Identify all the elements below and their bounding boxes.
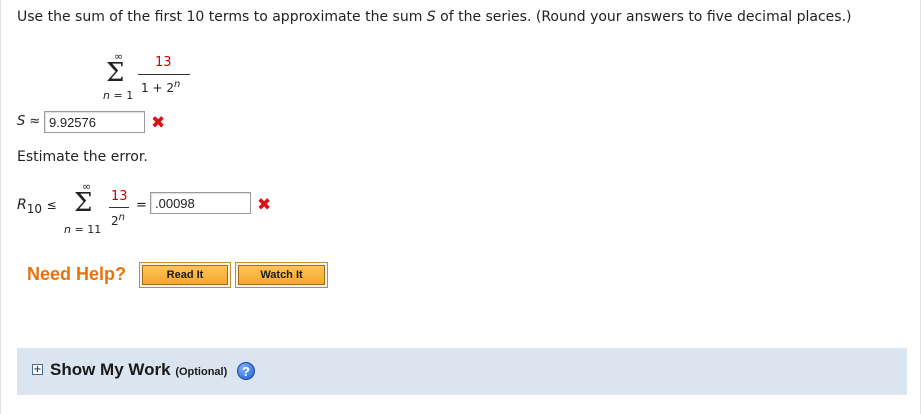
series2-equals: = (136, 198, 147, 213)
series1-lower-var: n (103, 89, 110, 102)
expand-plus-icon[interactable]: + (32, 364, 43, 375)
series2-lower-var: n (64, 223, 71, 236)
read-it-button[interactable]: Read It (140, 263, 230, 287)
remainder-label: R10 ≤ (17, 197, 57, 216)
help-question-icon[interactable]: ? (237, 362, 255, 380)
optional-label: (Optional) (175, 366, 228, 378)
remainder-var: R (17, 197, 27, 213)
approx-sum-input[interactable]: 9.92576 (44, 111, 145, 133)
watch-it-button[interactable]: Watch It (236, 263, 327, 287)
incorrect-mark-icon: ✖ (257, 195, 272, 215)
series2-sigma: Σ (74, 188, 93, 218)
series2-den-exp: n (118, 212, 125, 223)
series1-den-exp: n (173, 79, 181, 90)
answer1-label-rel: ≈ (29, 114, 41, 129)
answer1-label-var: S (17, 114, 26, 129)
series2-numerator: 13 (111, 189, 128, 204)
series1-numerator: 13 (155, 55, 172, 70)
series1-lower-rest: = 1 (109, 89, 134, 102)
series2-den-base: 2 (111, 214, 119, 228)
series2-lower-rest: = 11 (70, 223, 102, 236)
instruction-suffix: of the series. (Round your answers to fi… (435, 9, 852, 25)
series1-lower-limit: n = 1 (103, 89, 133, 102)
series2-fraction-line (109, 207, 129, 208)
need-help-label: Need Help? (27, 264, 127, 284)
series1-sigma: Σ (106, 58, 125, 88)
instruction-prefix: Use the sum of the first 10 terms to app… (17, 9, 427, 25)
series1-den-base: 1 + 2 (141, 81, 174, 95)
question-instruction: Use the sum of the first 10 terms to app… (17, 9, 852, 25)
series1-fraction-line (138, 74, 190, 75)
remainder-sub: 10 (26, 201, 43, 216)
remainder-relation: ≤ (46, 198, 57, 212)
show-my-work-label[interactable]: Show My Work (50, 360, 171, 379)
show-my-work-title[interactable]: Show My Work (Optional) (50, 360, 227, 380)
answer1-label: S ≈ (17, 114, 40, 129)
series2-denominator: 2n (111, 212, 125, 228)
series2-lower-limit: n = 11 (64, 223, 101, 236)
series1-denominator: 1 + 2n (141, 79, 180, 95)
instruction-var: S (426, 9, 436, 25)
error-heading: Estimate the error. (17, 149, 148, 165)
incorrect-mark-icon: ✖ (151, 113, 166, 133)
error-estimate-input[interactable]: .00098 (150, 192, 251, 214)
